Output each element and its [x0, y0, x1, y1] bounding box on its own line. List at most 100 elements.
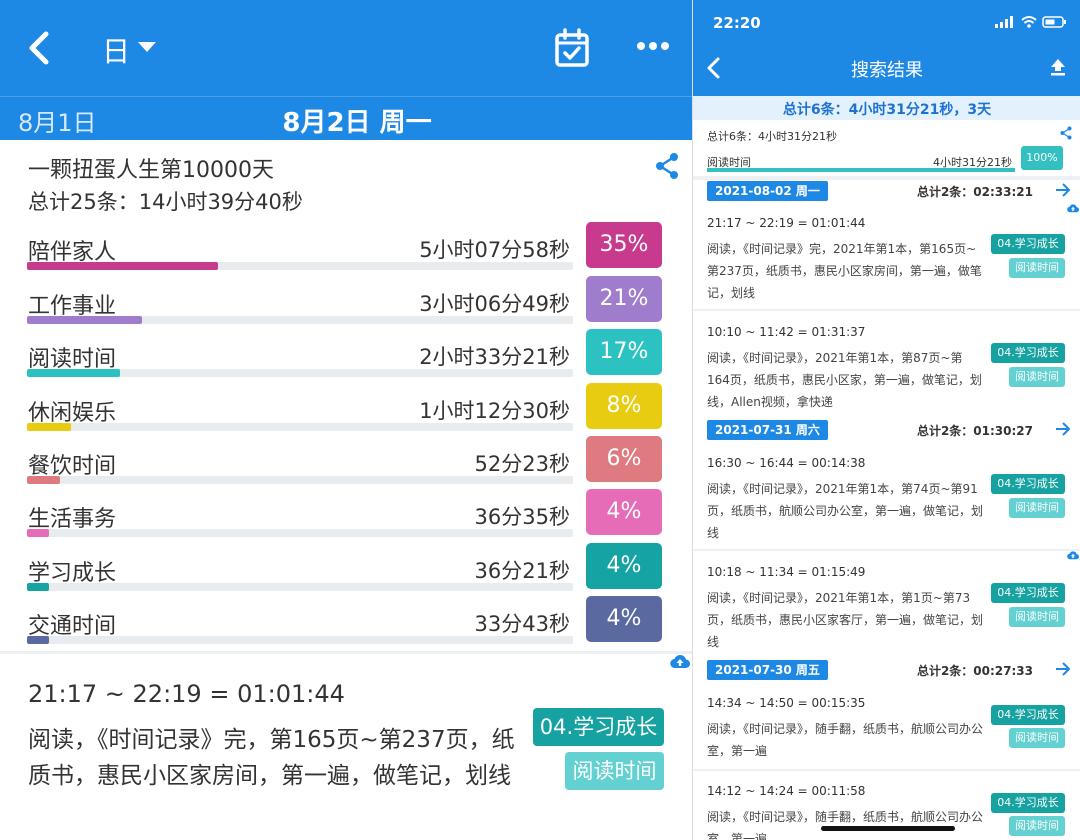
entry-separator	[693, 769, 1080, 771]
cloud-upload-icon[interactable]	[670, 653, 690, 669]
day-date-chip: 2021-08-02 周一	[707, 181, 828, 201]
entry-description: 阅读，《时间记录》，随手翻，纸质书，航顺公司办公室，第一遍	[707, 810, 984, 840]
category-progress-fill	[27, 529, 49, 537]
day-total: 总计2条：01:30:27	[916, 424, 1033, 438]
date-navigator: 8月1日 8月2日 周一	[0, 96, 692, 140]
category-progress-fill	[27, 369, 120, 377]
summary-total: 总计25条：14小时39分40秒	[28, 190, 303, 214]
search-results-panel: 22:20 搜索结果 总计6条：4小时31分21秒，3天 总计6条：4小时31分…	[692, 0, 1080, 840]
category-percent-badge: 4%	[586, 489, 662, 535]
day-date-chip: 2021-07-31 周六	[707, 420, 828, 440]
subcategory-tag[interactable]: 阅读时间	[1009, 816, 1065, 836]
overview-total: 总计6条：4小时31分21秒	[707, 130, 837, 143]
day-group-header[interactable]: 2021-08-02 周一 总计2条：02:33:21	[693, 180, 1080, 204]
category-tag[interactable]: 04.学习成长	[991, 234, 1065, 254]
results-summary-bar: 总计6条：4小时31分21秒，3天	[693, 96, 1080, 120]
category-tag[interactable]: 04.学习成长	[991, 583, 1065, 603]
category-percent-badge: 6%	[586, 436, 662, 482]
arrow-right-icon[interactable]	[1055, 422, 1071, 436]
arrow-right-icon[interactable]	[1055, 183, 1071, 197]
category-tag[interactable]: 04.学习成长	[991, 705, 1065, 725]
status-indicators-icon	[995, 16, 1066, 28]
entry-time-range: 10:10 ~ 11:42 = 01:31:37	[707, 325, 866, 339]
entry-time-range: 14:12 ~ 14:24 = 00:11:58	[707, 784, 866, 798]
entry-description: 阅读，《时间记录》，随手翻，纸质书，航顺公司办公室，第一遍	[707, 722, 984, 758]
day-group-header[interactable]: 2021-07-31 周六 总计2条：01:30:27	[693, 419, 1080, 443]
arrow-right-icon[interactable]	[1055, 662, 1071, 676]
calendar-check-icon[interactable]	[554, 28, 590, 68]
day-group-header[interactable]: 2021-07-30 周五 总计2条：00:27:33	[693, 659, 1080, 683]
entry-time-range: 21:17 ~ 22:19 = 01:01:44	[28, 680, 345, 708]
share-icon[interactable]	[654, 152, 680, 180]
category-progress-fill	[27, 316, 142, 324]
category-progress-track	[27, 636, 573, 644]
day-total: 总计2条：00:27:33	[916, 664, 1033, 678]
category-progress-track	[27, 583, 573, 591]
category-duration: 5小时07分58秒	[419, 238, 570, 262]
category-percent-badge: 4%	[586, 596, 662, 642]
subcategory-tag[interactable]: 阅读时间	[1009, 498, 1065, 518]
summary-title: 一颗扭蛋人生第10000天	[28, 158, 274, 183]
category-duration: 36分35秒	[474, 505, 570, 529]
more-options-icon[interactable]	[636, 38, 670, 54]
category-duration: 52分23秒	[474, 452, 570, 476]
top-app-bar: 日	[0, 0, 692, 96]
cloud-upload-icon[interactable]	[1067, 203, 1079, 213]
entry-separator	[693, 549, 1080, 551]
entry-description: 阅读，《时间记录》完，第165页~第237页，纸质书，惠民小区家房间，第一遍，做…	[28, 727, 515, 789]
subcategory-tag[interactable]: 阅读时间	[1009, 367, 1065, 387]
category-progress-track	[27, 369, 573, 377]
overview-progress-bar	[707, 168, 1015, 172]
share-icon[interactable]	[1059, 126, 1073, 140]
day-total: 总计2条：02:33:21	[916, 185, 1033, 199]
page-title: 搜索结果	[851, 60, 923, 81]
category-progress-track	[27, 262, 573, 270]
subcategory-tag[interactable]: 阅读时间	[565, 752, 664, 790]
category-duration: 33分43秒	[474, 612, 570, 636]
subcategory-tag[interactable]: 阅读时间	[1009, 607, 1065, 627]
category-duration: 3小时06分49秒	[419, 292, 570, 316]
entry-separator	[693, 309, 1080, 311]
category-progress-track	[27, 316, 573, 324]
category-progress-track	[27, 529, 573, 537]
current-date-label: 8月2日 周一	[282, 108, 432, 138]
export-icon[interactable]	[1049, 58, 1067, 76]
entry-time-range: 21:17 ~ 22:19 = 01:01:44	[707, 216, 866, 230]
overview-percent-badge: 100%	[1021, 146, 1063, 170]
category-progress-fill	[27, 423, 71, 431]
category-duration: 1小时12分30秒	[419, 399, 570, 423]
section-divider	[0, 651, 692, 654]
daily-stats-panel: 日 8月1日 8月2日 周一 一颗扭蛋人生第10000天 总计25条：14小时3…	[0, 0, 692, 840]
status-bar-clock: 22:20	[713, 14, 761, 32]
entry-description: 阅读，《时间记录》，2021年第1本，第74页~第91页，纸质书，航顺公司办公室…	[707, 482, 984, 540]
entry-description: 阅读，《时间记录》，2021年第1本，第1页~第73页，纸质书，惠民小区家客厅，…	[707, 591, 984, 649]
day-date-chip: 2021-07-30 周五	[707, 660, 828, 680]
category-tag[interactable]: 04.学习成长	[991, 474, 1065, 494]
chevron-down-icon[interactable]	[138, 42, 156, 52]
view-mode-selector[interactable]: 日	[102, 30, 130, 70]
subcategory-tag[interactable]: 阅读时间	[1009, 258, 1065, 278]
category-tag[interactable]: 04.学习成长	[991, 343, 1065, 363]
top-app-bar: 22:20 搜索结果	[693, 0, 1080, 96]
category-progress-fill	[27, 583, 49, 591]
category-tag[interactable]: 04.学习成长	[991, 793, 1065, 813]
category-progress-track	[27, 423, 573, 431]
category-percent-badge: 21%	[586, 276, 662, 322]
category-duration: 36分21秒	[474, 559, 570, 583]
back-arrow-icon[interactable]	[22, 26, 58, 70]
cloud-upload-icon[interactable]	[1067, 550, 1079, 560]
category-progress-fill	[27, 262, 219, 270]
category-duration: 2小时33分21秒	[419, 345, 570, 369]
entry-time-range: 16:30 ~ 16:44 = 00:14:38	[707, 456, 866, 470]
category-progress-fill	[27, 476, 60, 484]
entry-description: 阅读，《时间记录》完，2021年第1本，第165页~第237页，纸质书，惠民小区…	[707, 242, 982, 300]
entry-description: 阅读，《时间记录》，2021年第1本，第87页~第164页，纸质书，惠民小区家，…	[707, 351, 982, 409]
results-summary: 总计6条：4小时31分21秒，3天	[782, 102, 992, 118]
category-progress-fill	[27, 636, 49, 644]
category-percent-badge: 8%	[586, 383, 662, 429]
category-tag[interactable]: 04.学习成长	[533, 708, 664, 746]
subcategory-tag[interactable]: 阅读时间	[1009, 728, 1065, 748]
category-percent-badge: 35%	[586, 222, 662, 268]
category-percent-badge: 4%	[586, 543, 662, 589]
home-indicator	[821, 826, 955, 831]
